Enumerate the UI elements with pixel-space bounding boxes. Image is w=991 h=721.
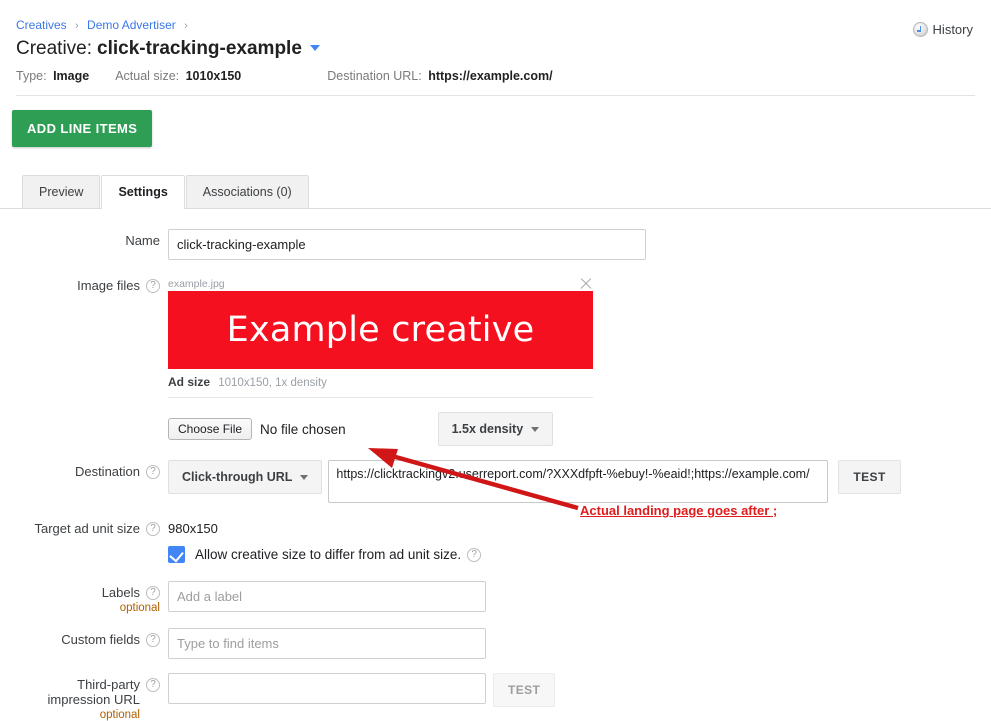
meta-type: Type: Image [16,69,89,83]
label-third-party-line2: impression URL [47,692,140,707]
help-icon-third-party[interactable]: ? [146,677,160,692]
meta-actual-size-value: 1010x150 [185,69,242,83]
close-icon[interactable] [579,277,593,291]
page-header: Creatives › Demo Advertiser › Creative: … [0,0,991,96]
breadcrumb-item-advertiser[interactable]: Demo Advertiser [87,18,176,32]
label-name: Name [0,229,168,260]
label-third-party-impression-url: Third-party ? impression URL optional [0,673,168,721]
click-through-url-input[interactable] [328,460,829,503]
label-image-files: Image files ? [0,274,168,446]
header-divider [16,95,975,96]
field-row-allow-differ: Allow creative size to differ from ad un… [0,546,991,563]
tab-preview[interactable]: Preview [22,175,101,208]
allow-size-differ-checkbox[interactable] [168,546,185,563]
breadcrumb: Creatives › Demo Advertiser › [16,18,975,33]
help-icon-allow-differ[interactable]: ? [467,547,482,562]
destination-type-dropdown[interactable]: Click-through URL [168,460,323,494]
help-icon-custom-fields[interactable]: ? [146,632,160,647]
label-name-text: Name [125,233,160,248]
test-impression-url-button[interactable]: TEST [493,673,556,707]
add-line-items-button[interactable]: ADD LINE ITEMS [12,110,153,147]
field-row-custom-fields: Custom fields ? [0,628,991,659]
help-icon-image-files[interactable]: ? [146,278,160,293]
breadcrumb-separator-1: › [75,20,79,32]
meta-destination-url-label: Destination URL: [327,69,422,83]
help-icon-destination[interactable]: ? [146,464,160,479]
label-custom-fields-text: Custom fields [61,632,140,647]
label-target-ad-unit-size-text: Target ad unit size [34,521,140,536]
labels-input[interactable] [168,581,486,612]
label-image-files-text: Image files [77,278,140,293]
breadcrumb-separator-2: › [184,20,188,32]
field-row-name: Name [0,229,991,260]
field-row-destination: Destination ? Click-through URL TEST [0,460,991,503]
ad-size-line: Ad size 1010x150, 1x density [168,369,593,398]
chevron-down-icon [300,474,309,480]
page-title-prefix: Creative: [16,38,93,59]
label-labels: Labels ? optional [0,581,168,614]
meta-type-value: Image [53,69,90,83]
label-labels-text: Labels [101,585,140,600]
meta-actual-size: Actual size: 1010x150 [115,69,241,83]
page-title-name: click-tracking-example [97,38,302,59]
choose-file-button[interactable]: Choose File [168,418,253,440]
help-icon-labels[interactable]: ? [146,585,160,600]
creative-preview: Example creative [168,291,593,369]
ad-size-value: 1010x150, 1x density [218,377,327,389]
meta-destination-url: Destination URL: https://example.com/ [327,69,552,83]
no-file-chosen-label: No file chosen [260,421,346,437]
image-file-header: example.jpg [168,274,593,291]
label-labels-optional: optional [119,602,160,614]
label-custom-fields: Custom fields ? [0,628,168,659]
label-third-party-optional: optional [99,709,140,721]
meta-destination-url-value: https://example.com/ [428,69,553,83]
history-label: History [932,22,973,37]
test-click-url-button[interactable]: TEST [838,460,901,494]
image-file-name: example.jpg [168,278,225,290]
settings-form: Name Image files ? example.jpg Example c… [0,209,991,721]
page-title: Creative: click-tracking-example [16,38,975,60]
ad-size-label: Ad size [168,375,211,389]
help-icon-target-ad-unit-size[interactable]: ? [146,521,160,536]
destination-type-value: Click-through URL [182,470,293,484]
density-dropdown[interactable]: 1.5x density [437,412,554,446]
field-row-third-party-impression-url: Third-party ? impression URL optional TE… [0,673,991,721]
tab-settings[interactable]: Settings [101,175,185,209]
label-third-party-line1: Third-party [77,677,140,692]
name-input[interactable] [168,229,646,260]
tab-bar: Preview Settings Associations (0) [22,175,991,209]
meta-type-label: Type: [16,69,47,83]
breadcrumb-item-creatives[interactable]: Creatives [16,18,67,32]
chevron-down-icon [531,426,540,432]
image-file-card: example.jpg Example creative Ad size 101… [168,274,593,446]
clock-icon [912,22,928,37]
target-ad-unit-size-value: 980x150 [168,521,218,536]
label-destination-text: Destination [74,464,140,479]
custom-fields-input[interactable] [168,628,486,659]
upload-row: Choose File No file chosen 1.5x density [168,412,593,446]
label-destination: Destination ? [0,460,168,503]
field-row-target-ad-unit-size: Target ad unit size ? 980x150 [0,517,991,536]
creative-meta: Type: Image Actual size: 1010x150 Destin… [16,69,975,83]
annotation-text: Actual landing page goes after ; [580,503,778,518]
allow-size-differ-label: Allow creative size to differ from ad un… [195,547,462,562]
field-row-labels: Labels ? optional [0,581,991,614]
third-party-impression-url-input[interactable] [168,673,486,704]
label-target-ad-unit-size: Target ad unit size ? [0,517,168,536]
field-row-image-files: Image files ? example.jpg Example creati… [0,274,991,446]
tab-associations[interactable]: Associations (0) [185,175,309,208]
density-value: 1.5x density [451,422,524,436]
chevron-down-icon[interactable] [309,44,320,51]
history-button[interactable]: History [912,22,973,37]
meta-actual-size-label: Actual size: [115,69,180,83]
